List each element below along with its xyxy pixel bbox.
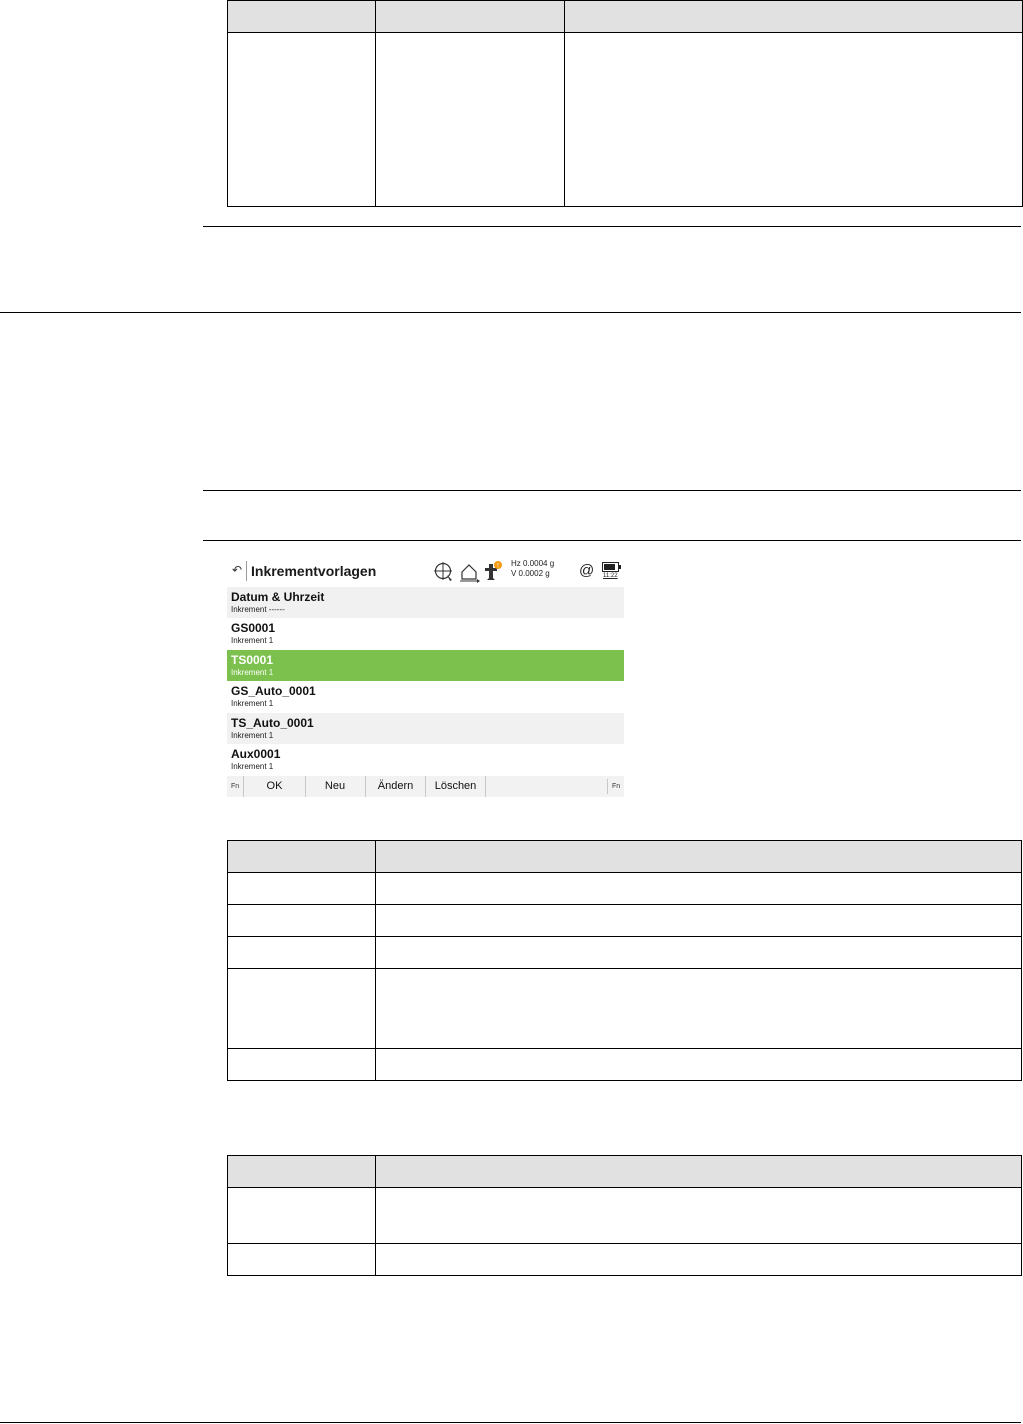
fn-left-button[interactable]: Fn: [231, 776, 239, 797]
section-divider: [0, 312, 1021, 313]
divider: [203, 540, 1021, 541]
loeschen-button[interactable]: Löschen: [426, 776, 486, 797]
table-cell: [227, 872, 376, 905]
table-cell: [375, 1048, 1022, 1081]
table-header-cell: [227, 840, 376, 873]
table-cell: [227, 32, 376, 207]
table-cell: [375, 1187, 1022, 1244]
crosshair-target-icon[interactable]: [433, 561, 455, 583]
table-header-cell: [227, 0, 376, 33]
v-readout: V 0.0002 g: [511, 569, 550, 578]
prism-person-icon[interactable]: !: [483, 560, 503, 582]
angle-readout: Hz 0.0004 g V 0.0002 g: [511, 559, 554, 579]
list-item-increment: Inkrement 1: [231, 731, 274, 740]
footer-divider: [0, 1422, 1021, 1423]
table-cell: [375, 904, 1022, 937]
softkey-separator: [607, 779, 608, 794]
list-item[interactable]: GS_Auto_0001 Inkrement 1: [227, 681, 624, 712]
fn-right-button[interactable]: Fn: [612, 776, 620, 797]
list-item-increment: Inkrement 1: [231, 762, 274, 771]
list-item-name: GS0001: [231, 621, 276, 635]
list-item[interactable]: GS0001 Inkrement 1: [227, 618, 624, 649]
list-item[interactable]: Aux0001 Inkrement 1: [227, 744, 624, 775]
at-sign-icon[interactable]: @: [579, 562, 594, 579]
table-cell: [227, 1187, 376, 1244]
battery-icon: [602, 562, 621, 572]
table-header-cell: [375, 0, 565, 33]
list-item[interactable]: TS_Auto_0001 Inkrement 1: [227, 713, 624, 744]
table-header-cell: [227, 1155, 376, 1188]
list-item-increment: Inkrement 1: [231, 699, 274, 708]
clock-time: 11:22: [603, 573, 618, 579]
ok-button[interactable]: OK: [243, 776, 306, 797]
top-table: [227, 0, 1023, 207]
home-station-icon[interactable]: [459, 561, 481, 583]
table-cell: [227, 968, 376, 1049]
list-item-name: Aux0001: [231, 747, 281, 761]
table-cell: [375, 936, 1022, 969]
device-screen: ↶ Inkrementvorlagen ! Hz 0.0004 g V 0.00…: [227, 557, 624, 797]
list-item-name: Datum & Uhrzeit: [231, 590, 325, 604]
hz-readout: Hz 0.0004 g: [511, 559, 555, 568]
table-cell: [227, 904, 376, 937]
field-table: [227, 1155, 1022, 1276]
list-item-selected[interactable]: TS0001 Inkrement 1: [227, 650, 624, 681]
aendern-button[interactable]: Ändern: [366, 776, 426, 797]
list-item-increment: Inkrement 1: [231, 636, 274, 645]
neu-button[interactable]: Neu: [305, 776, 366, 797]
list-item-increment: Inkrement ------: [231, 605, 285, 614]
table-cell: [375, 1243, 1022, 1276]
list-item[interactable]: Datum & Uhrzeit Inkrement ------: [227, 587, 624, 618]
table-cell: [375, 968, 1022, 1049]
list-item-name: GS_Auto_0001: [231, 684, 316, 698]
table-header-cell: [564, 0, 1023, 33]
table-header-cell: [375, 840, 1022, 873]
table-cell: [227, 936, 376, 969]
table-cell: [375, 32, 565, 207]
softkey-table: [227, 840, 1022, 1081]
list-item-name: TS0001: [231, 653, 274, 667]
screen-title: Inkrementvorlagen: [251, 563, 377, 579]
list-item-name: TS_Auto_0001: [231, 716, 314, 730]
divider: [203, 226, 1021, 227]
table-cell: [564, 32, 1023, 207]
table-cell: [375, 872, 1022, 905]
table-cell: [227, 1243, 376, 1276]
list-item-increment: Inkrement 1: [231, 668, 274, 677]
divider: [203, 490, 1021, 491]
table-cell: [227, 1048, 376, 1081]
title-separator: [246, 561, 247, 581]
table-header-cell: [375, 1155, 1022, 1188]
softkey-bar: Fn OK Neu Ändern Löschen Fn: [227, 776, 624, 797]
back-arrow-icon[interactable]: ↶: [232, 563, 242, 577]
title-bar: ↶ Inkrementvorlagen ! Hz 0.0004 g V 0.00…: [227, 557, 624, 586]
